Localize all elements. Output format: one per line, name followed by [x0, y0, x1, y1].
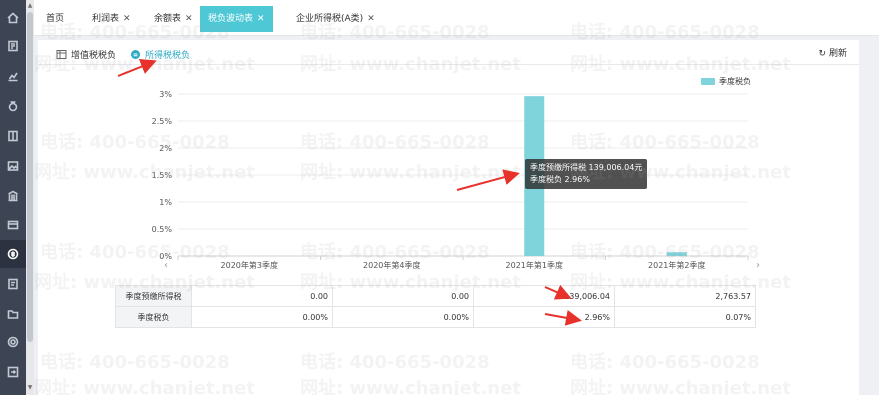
tab-corporate-income-tax[interactable]: 企业所得税(A类) ✕ [296, 6, 375, 32]
chart-tooltip: 季度预缴所得税 139,006.04元 季度税负 2.96% [525, 159, 648, 189]
tab-label: 余额表 [154, 14, 182, 24]
left-nav-rail [0, 0, 26, 395]
data-table: 季度预缴所得税 0.00 0.00 139,006.04 2,763.57 季度… [115, 285, 756, 328]
vertical-scrollbar[interactable]: ▲ ▼ [26, 0, 34, 395]
ledger-icon[interactable] [0, 122, 26, 150]
x-tick-label: 2020年第4季度 [363, 260, 420, 270]
table-cell: 2,763.57 [614, 285, 756, 307]
y-tick-label: 0.5% [152, 225, 173, 234]
table-cell: 0.00 [332, 285, 474, 307]
table-cell: 0.00% [191, 306, 333, 328]
legend-swatch [701, 78, 715, 85]
invoice-icon[interactable] [0, 270, 26, 298]
card-icon[interactable] [0, 211, 26, 239]
tab-home[interactable]: 首页 [46, 6, 64, 32]
chart-area: 0% 0.5% 1% 1.5% 2% 2.5% 3% 2020年第3季度 2020年第4季度 20… [48, 70, 848, 295]
table-row: 季度预缴所得税 0.00 0.00 139,006.04 2,763.57 [115, 285, 756, 307]
close-icon[interactable]: ✕ [367, 14, 375, 24]
x-tick-label: 2021年第1季度 [506, 260, 563, 270]
table-cell: 0.07% [614, 306, 756, 328]
scroll-left-icon: ‹ [164, 260, 168, 271]
subtab-label: 增值税税负 [71, 50, 117, 61]
table-cell: 2.96% [473, 306, 615, 328]
tab-income-statement[interactable]: 利润表 ✕ [92, 6, 131, 32]
scroll-down-icon[interactable]: ▼ [26, 384, 34, 392]
refresh-label: 刷新 [828, 49, 847, 59]
home-icon[interactable] [0, 4, 26, 32]
tab-label: 税负波动表 [208, 14, 254, 24]
report-icon[interactable] [0, 32, 26, 60]
refresh-button[interactable]: ↻ 刷新 [818, 46, 847, 59]
legend-label: 季度税负 [719, 77, 751, 86]
image-icon[interactable] [0, 152, 26, 180]
tooltip-line-1: 季度预缴所得税 139,006.04元 [530, 163, 643, 172]
tax-burden-chart: 0%0.5%1%1.5%2%2.5%3%2020年第3季度 2020年第4季度 20… [152, 90, 760, 271]
row-header: 季度预缴所得税 [115, 285, 192, 307]
table-icon [56, 49, 67, 59]
export-icon[interactable] [0, 358, 26, 386]
tab-tax-burden[interactable]: 税负波动表 ✕ [200, 6, 273, 32]
divider [38, 64, 859, 65]
chart-bar [666, 252, 687, 256]
tax-icon[interactable] [0, 240, 26, 268]
table-cell: 0.00% [332, 306, 474, 328]
scroll-up-icon[interactable]: ▲ [26, 2, 34, 10]
folder-icon[interactable] [0, 300, 26, 328]
y-tick-label: 3% [159, 90, 172, 99]
y-tick-label: 1.5% [152, 171, 173, 180]
building-icon[interactable] [0, 182, 26, 210]
app-window: ▲ ▼ 首页 利润表 ✕ 余额表 ✕ 税负波动表 ✕ 企业所得税(A类) ✕ 增值税税负… [0, 0, 879, 395]
close-icon[interactable]: ✕ [257, 14, 265, 24]
x-tick-label: 2020年第3季度 [221, 260, 278, 270]
y-tick-label: 2.5% [152, 117, 173, 126]
subtab-income-tax-burden[interactable]: 所得税税负 [130, 46, 190, 62]
scroll-right-icon: › [756, 260, 760, 271]
row-header: 季度税负 [115, 306, 192, 328]
table-cell: 139,006.04 [473, 285, 615, 307]
tab-label: 企业所得税(A类) [296, 14, 364, 24]
chart-icon[interactable] [0, 62, 26, 90]
x-tick-label: 2021年第2季度 [648, 260, 705, 270]
coin-icon [131, 49, 140, 59]
close-icon[interactable]: ✕ [185, 14, 193, 24]
y-tick-label: 1% [159, 198, 172, 207]
tab-label: 首页 [46, 14, 65, 24]
scrollbar-thumb[interactable] [27, 12, 33, 342]
content-panel: 增值税税负 所得税税负 ↻ 刷新 0% 0.5% 1% 1.5% 2% 2.5% 3% 2020… [38, 40, 859, 395]
table-cell: 0.00 [191, 285, 333, 307]
y-tick-label: 2% [159, 144, 172, 153]
close-icon[interactable]: ✕ [123, 14, 131, 24]
table-row: 季度税负 0.00% 0.00% 2.96% 0.07% [115, 306, 756, 328]
refresh-icon: ↻ [818, 49, 826, 59]
tab-balance[interactable]: 余额表 ✕ [154, 6, 193, 32]
tab-bar: 首页 利润表 ✕ 余额表 ✕ 税负波动表 ✕ 企业所得税(A类) ✕ [34, 0, 879, 36]
chart-legend[interactable]: 季度税负 [701, 76, 751, 87]
settings-icon[interactable] [0, 328, 26, 356]
tab-label: 利润表 [92, 14, 120, 24]
subtab-label: 所得税税负 [145, 50, 191, 61]
money-bag-icon[interactable] [0, 92, 26, 120]
tooltip-line-2: 季度税负 2.96% [530, 175, 590, 184]
subtab-vat-burden[interactable]: 增值税税负 [56, 46, 116, 62]
